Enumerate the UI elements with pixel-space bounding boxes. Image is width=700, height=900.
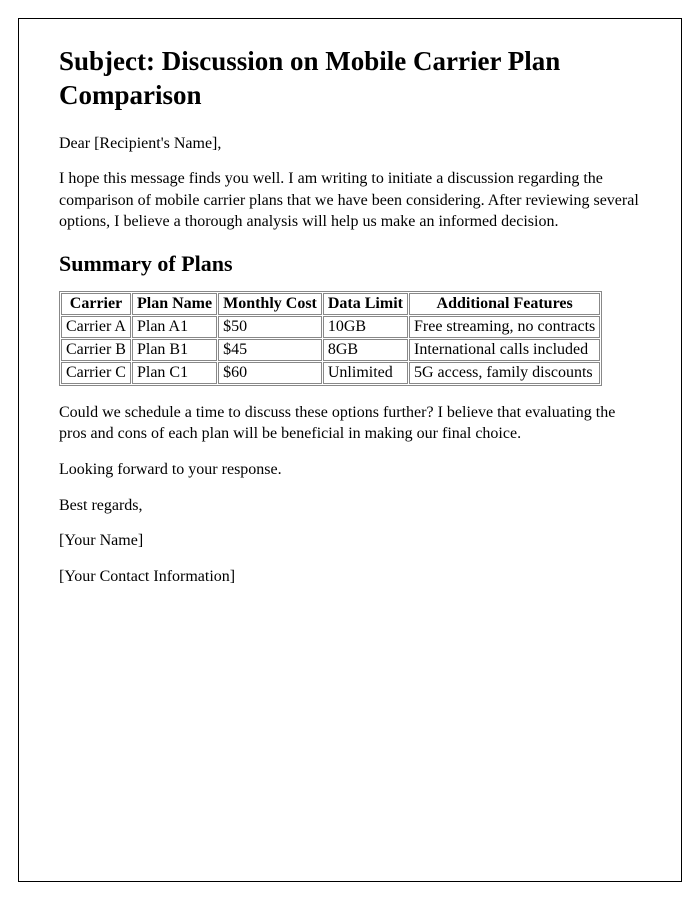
table-header-cell: Carrier [61, 293, 131, 315]
subject-heading: Subject: Discussion on Mobile Carrier Pl… [59, 45, 641, 113]
table-cell: Free streaming, no contracts [409, 316, 600, 338]
table-cell: Carrier C [61, 362, 131, 384]
table-cell: 10GB [323, 316, 408, 338]
table-header-cell: Additional Features [409, 293, 600, 315]
sender-contact: [Your Contact Information] [59, 566, 641, 588]
table-cell: $45 [218, 339, 322, 361]
table-cell: 5G access, family discounts [409, 362, 600, 384]
table-row: Carrier A Plan A1 $50 10GB Free streamin… [61, 316, 600, 338]
table-cell: Plan C1 [132, 362, 217, 384]
followup-paragraph: Could we schedule a time to discuss thes… [59, 402, 641, 445]
greeting-text: Dear [Recipient's Name], [59, 133, 641, 155]
signoff-text: Best regards, [59, 495, 641, 517]
table-cell: Plan B1 [132, 339, 217, 361]
closing-line: Looking forward to your response. [59, 459, 641, 481]
summary-heading: Summary of Plans [59, 251, 641, 277]
table-header-row: Carrier Plan Name Monthly Cost Data Limi… [61, 293, 600, 315]
table-cell: $50 [218, 316, 322, 338]
table-cell: International calls included [409, 339, 600, 361]
intro-paragraph: I hope this message finds you well. I am… [59, 168, 641, 233]
document-frame: Subject: Discussion on Mobile Carrier Pl… [18, 18, 682, 882]
table-cell: Plan A1 [132, 316, 217, 338]
table-cell: 8GB [323, 339, 408, 361]
table-cell: Carrier B [61, 339, 131, 361]
plans-table: Carrier Plan Name Monthly Cost Data Limi… [59, 291, 602, 386]
table-row: Carrier B Plan B1 $45 8GB International … [61, 339, 600, 361]
table-header-cell: Data Limit [323, 293, 408, 315]
table-cell: $60 [218, 362, 322, 384]
sender-name: [Your Name] [59, 530, 641, 552]
table-cell: Unlimited [323, 362, 408, 384]
table-row: Carrier C Plan C1 $60 Unlimited 5G acces… [61, 362, 600, 384]
table-cell: Carrier A [61, 316, 131, 338]
table-header-cell: Monthly Cost [218, 293, 322, 315]
table-header-cell: Plan Name [132, 293, 217, 315]
